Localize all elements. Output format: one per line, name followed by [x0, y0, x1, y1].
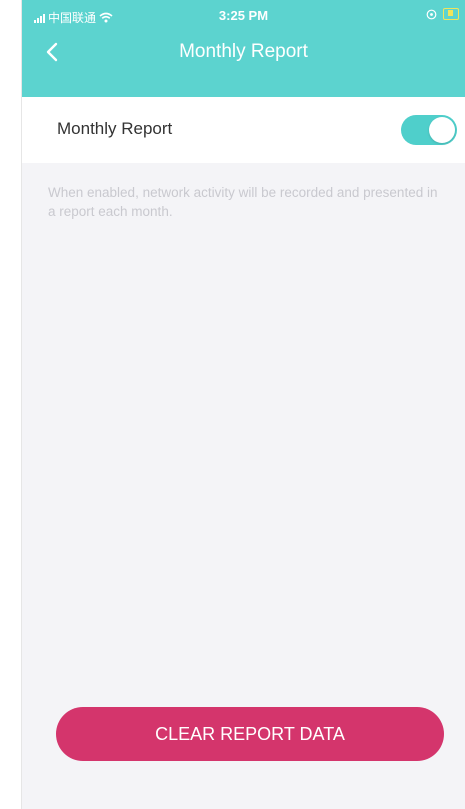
status-time: 3:25 PM — [218, 8, 269, 23]
app-header: 中国联通 3:25 PM Monthly Report — [22, 0, 465, 97]
status-right — [426, 8, 459, 20]
setting-description: When enabled, network activity will be r… — [48, 185, 438, 219]
nav-bar: Monthly Report — [22, 30, 465, 74]
app-screen: 中国联通 3:25 PM Monthly Report Monthly Repo… — [22, 0, 465, 809]
clear-report-data-button[interactable]: CLEAR REPORT DATA — [56, 707, 444, 761]
monthly-report-toggle[interactable] — [401, 115, 457, 145]
setting-label: Monthly Report — [57, 119, 173, 138]
battery-icon — [443, 8, 459, 20]
status-bar: 中国联通 3:25 PM — [22, 0, 465, 30]
monthly-report-setting: Monthly Report — [22, 97, 465, 163]
page-title: Monthly Report — [179, 41, 308, 62]
orientation-lock-icon — [426, 9, 437, 19]
left-margin — [0, 0, 22, 809]
toggle-knob — [429, 117, 455, 143]
